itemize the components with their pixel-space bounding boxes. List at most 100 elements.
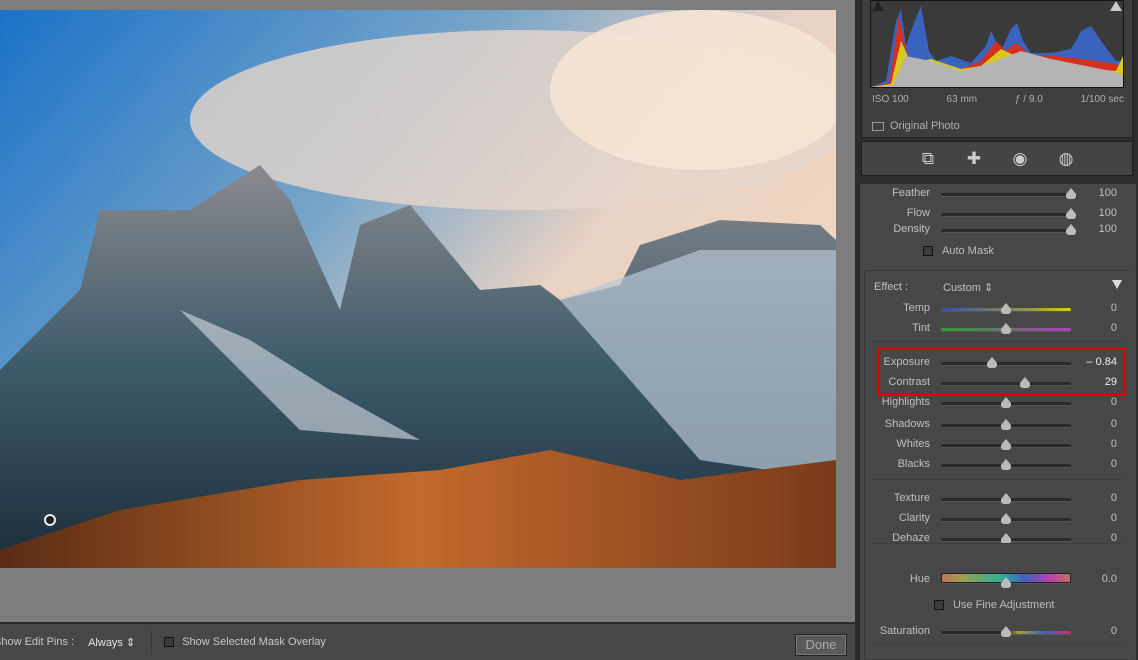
saturation-value[interactable]: 0: [1111, 625, 1117, 637]
slider-row-blacks: Blacks 0: [860, 457, 1137, 473]
auto-mask-label: Auto Mask: [942, 245, 994, 257]
tint-value[interactable]: 0: [1111, 322, 1117, 334]
bottom-toolbar: Show Edit Pins : Always ⇕ Show Selected …: [0, 622, 855, 660]
shadow-clipping-icon[interactable]: [872, 1, 884, 11]
slider-row-tint: Tint 0: [860, 321, 1137, 337]
contrast-slider[interactable]: [941, 377, 1071, 388]
fine-adjustment-label: Use Fine Adjustment: [953, 599, 1055, 611]
shadows-slider[interactable]: [941, 419, 1071, 430]
highlights-value[interactable]: 0: [1111, 396, 1117, 408]
tint-label: Tint: [912, 322, 930, 334]
contrast-slider-thumb[interactable]: [1019, 377, 1030, 388]
section-divider: [872, 341, 1122, 342]
hue-slider[interactable]: [941, 573, 1071, 588]
slider-row-clarity: Clarity 0: [860, 511, 1137, 527]
blacks-slider[interactable]: [941, 459, 1071, 470]
dehaze-slider-thumb[interactable]: [1001, 533, 1011, 544]
texture-slider-thumb[interactable]: [1001, 493, 1011, 504]
slider-row-exposure: Exposure – 0.84: [860, 355, 1137, 371]
contrast-value[interactable]: 29: [1105, 376, 1117, 388]
effect-preset-select[interactable]: Custom ⇕: [943, 281, 993, 294]
shadows-value[interactable]: 0: [1111, 418, 1117, 430]
collapse-triangle-icon[interactable]: [1112, 280, 1122, 289]
density-slider[interactable]: [941, 224, 1076, 235]
whites-value[interactable]: 0: [1111, 438, 1117, 450]
contrast-label: Contrast: [888, 376, 930, 388]
slider-row-highlights: Highlights 0: [860, 395, 1137, 411]
shadows-label: Shadows: [884, 418, 930, 430]
photo-preview[interactable]: [0, 10, 836, 568]
saturation-slider-thumb[interactable]: [1001, 626, 1011, 637]
hue-slider-thumb[interactable]: [1001, 577, 1011, 588]
clarity-slider-thumb[interactable]: [1001, 513, 1011, 524]
auto-mask-toggle[interactable]: Auto Mask: [860, 244, 1137, 260]
exposure-label: Exposure: [883, 356, 930, 368]
tint-slider[interactable]: [941, 323, 1071, 334]
highlights-slider[interactable]: [941, 397, 1071, 408]
temp-label: Temp: [903, 302, 930, 314]
feather-slider-thumb[interactable]: [1066, 188, 1076, 199]
slider-row-feather: Feather 100: [860, 186, 1137, 202]
exposure-slider-thumb[interactable]: [987, 357, 998, 368]
section-divider: [872, 543, 1122, 544]
highlights-slider-thumb[interactable]: [1001, 397, 1011, 408]
highlights-label: Highlights: [881, 396, 930, 408]
texture-slider[interactable]: [941, 493, 1071, 504]
mask-overlay-checkbox[interactable]: [164, 637, 175, 647]
feather-slider[interactable]: [941, 188, 1076, 199]
mountain-photo: [0, 10, 836, 568]
density-slider-thumb[interactable]: [1066, 224, 1076, 235]
shadows-slider-thumb[interactable]: [1001, 419, 1011, 430]
exposure-slider[interactable]: [941, 357, 1071, 368]
clarity-value[interactable]: 0: [1111, 512, 1117, 524]
fine-adjustment-checkbox[interactable]: [934, 600, 944, 610]
highlight-clipping-icon[interactable]: [1110, 1, 1122, 11]
temp-value[interactable]: 0: [1111, 302, 1117, 314]
saturation-slider[interactable]: [941, 626, 1071, 637]
red-eye-icon[interactable]: ◉: [1010, 149, 1030, 169]
fine-adjustment-toggle[interactable]: Use Fine Adjustment: [860, 598, 1137, 614]
original-photo-label: Original Photo: [890, 120, 960, 132]
histogram-graph: [871, 6, 1123, 87]
flow-value[interactable]: 100: [1099, 207, 1117, 219]
blacks-value[interactable]: 0: [1111, 458, 1117, 470]
dehaze-slider[interactable]: [941, 533, 1071, 544]
edit-pins-label: Show Edit Pins :: [0, 636, 75, 648]
slider-row-temp: Temp 0: [860, 301, 1137, 317]
masking-icon[interactable]: ◍: [1056, 149, 1076, 169]
clarity-slider[interactable]: [941, 513, 1071, 524]
slider-row-saturation: Saturation 0: [860, 624, 1137, 640]
section-divider: [872, 479, 1122, 480]
temp-slider-thumb[interactable]: [1001, 303, 1011, 314]
whites-label: Whites: [896, 438, 930, 450]
hue-value[interactable]: 0.0: [1102, 573, 1117, 585]
done-button[interactable]: Done: [795, 634, 847, 656]
slider-row-hue: Hue 0.0: [860, 572, 1137, 588]
whites-slider-thumb[interactable]: [1001, 439, 1011, 450]
flow-slider-thumb[interactable]: [1066, 208, 1076, 219]
edit-pin[interactable]: [44, 514, 56, 526]
texture-value[interactable]: 0: [1111, 492, 1117, 504]
temp-slider[interactable]: [941, 303, 1071, 314]
slider-row-dehaze: Dehaze 0: [860, 531, 1137, 547]
density-label: Density: [893, 223, 930, 235]
section-divider: [872, 644, 1122, 645]
auto-mask-checkbox[interactable]: [923, 246, 933, 256]
original-photo-toggle[interactable]: Original Photo: [872, 120, 960, 132]
flow-label: Flow: [906, 207, 930, 219]
flow-slider[interactable]: [941, 208, 1076, 219]
healing-brush-icon[interactable]: ✚: [964, 149, 984, 169]
crop-icon[interactable]: ⧉: [918, 149, 938, 169]
density-value[interactable]: 100: [1099, 223, 1117, 235]
edit-pins-select[interactable]: Always ⇕: [88, 636, 135, 649]
histogram-panel: ISO 100 63 mm ƒ / 9.0 1/100 sec Original…: [861, 0, 1133, 138]
feather-value[interactable]: 100: [1099, 187, 1117, 199]
exposure-value[interactable]: – 0.84: [1086, 356, 1117, 368]
whites-slider[interactable]: [941, 439, 1071, 450]
texture-label: Texture: [893, 492, 930, 504]
blacks-slider-thumb[interactable]: [1001, 459, 1011, 470]
tint-slider-thumb[interactable]: [1001, 323, 1011, 334]
clarity-label: Clarity: [898, 512, 930, 524]
exif-info: ISO 100 63 mm ƒ / 9.0 1/100 sec: [872, 94, 1124, 105]
original-photo-checkbox[interactable]: [872, 121, 884, 131]
